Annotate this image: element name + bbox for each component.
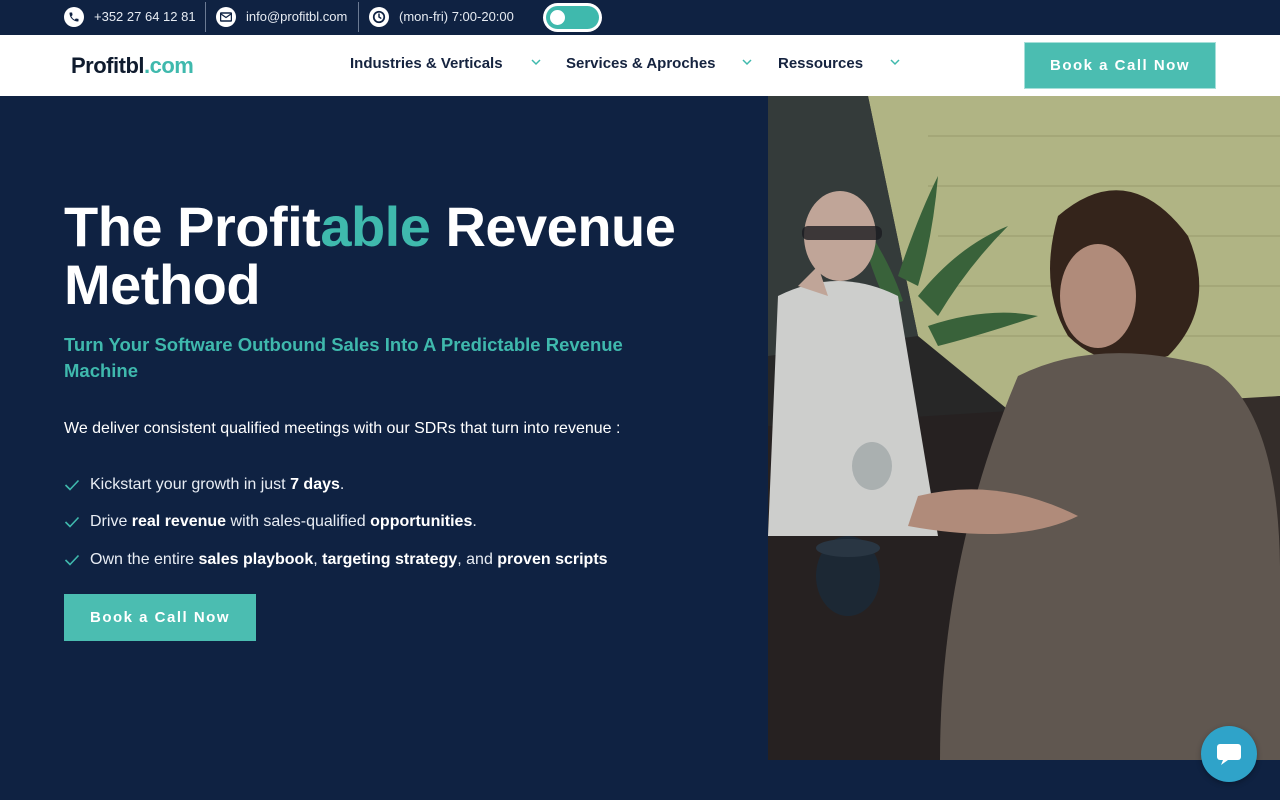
site-logo[interactable]: Profitbl.com [71, 53, 194, 79]
theme-toggle[interactable] [543, 3, 602, 32]
list-item: Kickstart your growth in just 7 days. [64, 466, 608, 504]
chevron-down-icon[interactable] [890, 59, 900, 66]
meeting-photo-illustration [768, 96, 1280, 760]
check-icon [64, 516, 82, 528]
opening-hours: (mon-fri) 7:00-20:00 [369, 0, 514, 33]
book-call-button-hero[interactable]: Book a Call Now [64, 594, 256, 641]
list-item-text: Kickstart your growth in just 7 days. [90, 475, 345, 493]
list-item: Own the entire sales playbook, targeting… [64, 541, 608, 579]
list-item-text: Drive real revenue with sales-qualified … [90, 513, 477, 531]
nav-item-resources[interactable]: Ressources [778, 55, 863, 72]
nav-item-industries[interactable]: Industries & Verticals [350, 55, 503, 72]
toggle-track [546, 6, 599, 29]
title-part: Revenue [430, 195, 676, 258]
nav-item-label: Industries & Verticals [350, 55, 503, 72]
email-address: info@profitbl.com [246, 9, 348, 24]
hero-intro: We deliver consistent qualified meetings… [64, 420, 621, 437]
phone-icon [64, 6, 84, 27]
nav-item-label: Ressources [778, 55, 864, 72]
hours-text: (mon-fri) 7:00-20:00 [399, 9, 514, 24]
chevron-down-icon[interactable] [742, 59, 752, 66]
envelope-icon [216, 6, 236, 27]
nav-item-label: Services & Aproches [566, 55, 716, 72]
hero-section: The Profitable Revenue Method Turn Your … [0, 96, 768, 800]
top-contact-bar: +352 27 64 12 81 info@profitbl.com (mon-… [0, 0, 1280, 35]
phone-contact[interactable]: +352 27 64 12 81 [64, 0, 196, 33]
list-item: Drive real revenue with sales-qualified … [64, 504, 608, 542]
chat-widget-button[interactable] [1201, 726, 1257, 782]
benefits-list: Kickstart your growth in just 7 days. Dr… [64, 466, 608, 579]
hero-subtitle: Turn Your Software Outbound Sales Into A… [64, 334, 623, 381]
hero-photo [768, 96, 1280, 760]
chevron-down-icon[interactable] [531, 59, 541, 66]
book-call-button-header[interactable]: Book a Call Now [1024, 42, 1216, 89]
title-highlight: able [320, 195, 431, 258]
toggle-knob [550, 10, 565, 25]
main-navigation: Profitbl.com Industries & Verticals Serv… [0, 35, 1280, 96]
check-icon [64, 554, 82, 566]
check-icon [64, 479, 82, 491]
clock-icon [369, 6, 389, 27]
nav-item-services[interactable]: Services & Aproches [566, 55, 716, 72]
email-contact[interactable]: info@profitbl.com [216, 0, 347, 33]
divider [205, 2, 206, 32]
logo-domain: .com [144, 53, 194, 78]
hero-title: The Profitable Revenue Method [64, 198, 754, 314]
divider [358, 2, 359, 32]
title-part: Method [64, 253, 261, 316]
logo-main: Profitbl [71, 53, 145, 78]
title-part: The Profit [64, 195, 321, 258]
list-item-text: Own the entire sales playbook, targeting… [90, 550, 608, 568]
chat-bubble-icon [1217, 744, 1241, 765]
phone-number: +352 27 64 12 81 [94, 9, 196, 24]
